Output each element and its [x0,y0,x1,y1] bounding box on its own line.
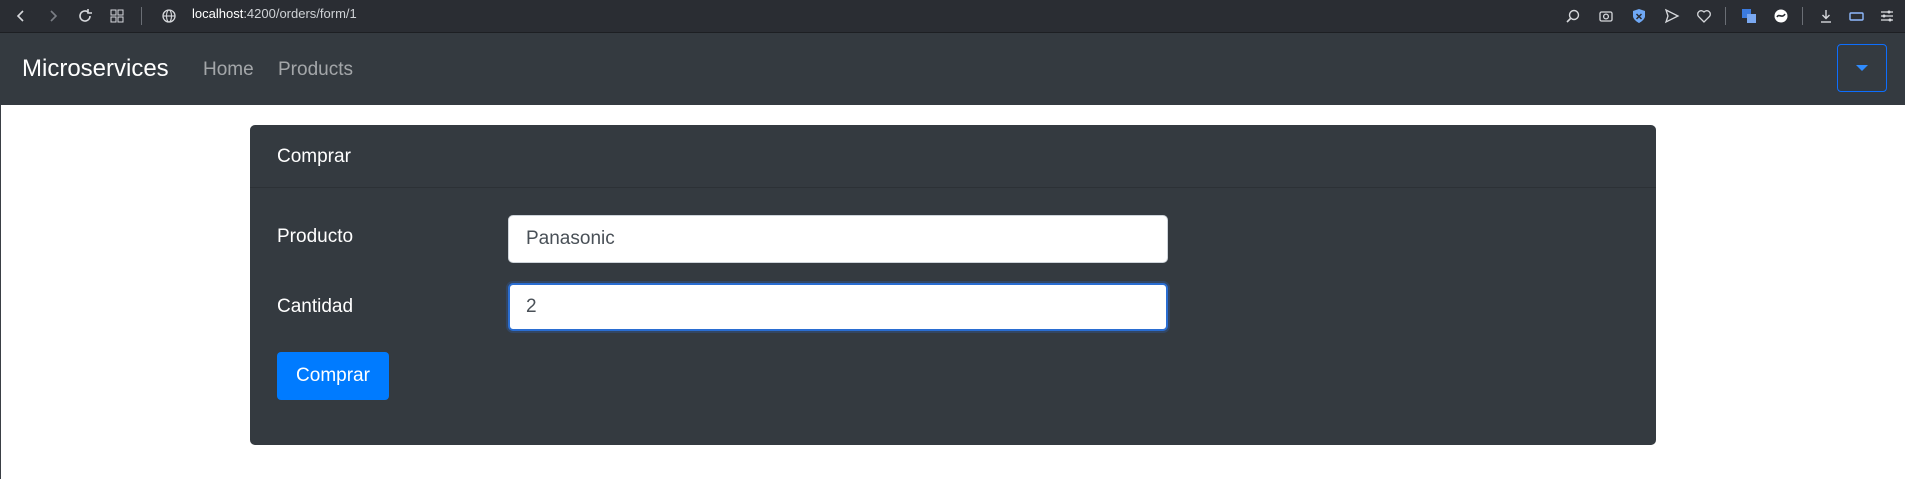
producto-label: Producto [277,226,354,247]
cantidad-label: Cantidad [277,296,354,317]
shield-icon[interactable] [1628,5,1650,27]
zoom-icon[interactable] [1562,5,1584,27]
card-header: Comprar [250,125,1656,188]
url-host: localhost [192,6,244,21]
caret-down-icon [1856,65,1868,71]
back-icon[interactable] [10,5,32,27]
vpn-icon[interactable] [1770,5,1792,27]
nav-link-products[interactable]: Products [278,59,353,81]
navbar-brand[interactable]: Microservices [22,55,169,83]
camera-icon[interactable] [1595,5,1617,27]
producto-input[interactable] [508,215,1168,263]
globe-icon [158,5,180,27]
order-form-card: Comprar Producto Cantidad Comprar [250,125,1656,445]
cantidad-input[interactable] [508,283,1168,331]
nav-link-home[interactable]: Home [203,59,254,81]
translate-icon[interactable] [1738,5,1760,27]
address-bar[interactable]: localhost:4200/orders/form/1 [192,0,357,33]
card-title: Comprar [277,146,351,167]
download-icon[interactable] [1815,5,1837,27]
tabs-grid-icon[interactable] [106,5,128,27]
send-icon[interactable] [1661,5,1683,27]
navbar-toggle-button[interactable] [1837,44,1887,92]
forward-icon[interactable] [42,5,64,27]
app-navbar: Microservices Home Products [0,33,1905,105]
page-left-border [0,105,1,479]
url-path: :4200/orders/form/1 [243,6,357,21]
battery-icon[interactable] [1846,5,1868,27]
settings-sliders-icon[interactable] [1876,5,1898,27]
browser-toolbar: localhost:4200/orders/form/1 [0,0,1905,33]
reload-icon[interactable] [74,5,96,27]
comprar-button[interactable]: Comprar [277,352,389,400]
heart-icon[interactable] [1693,5,1715,27]
